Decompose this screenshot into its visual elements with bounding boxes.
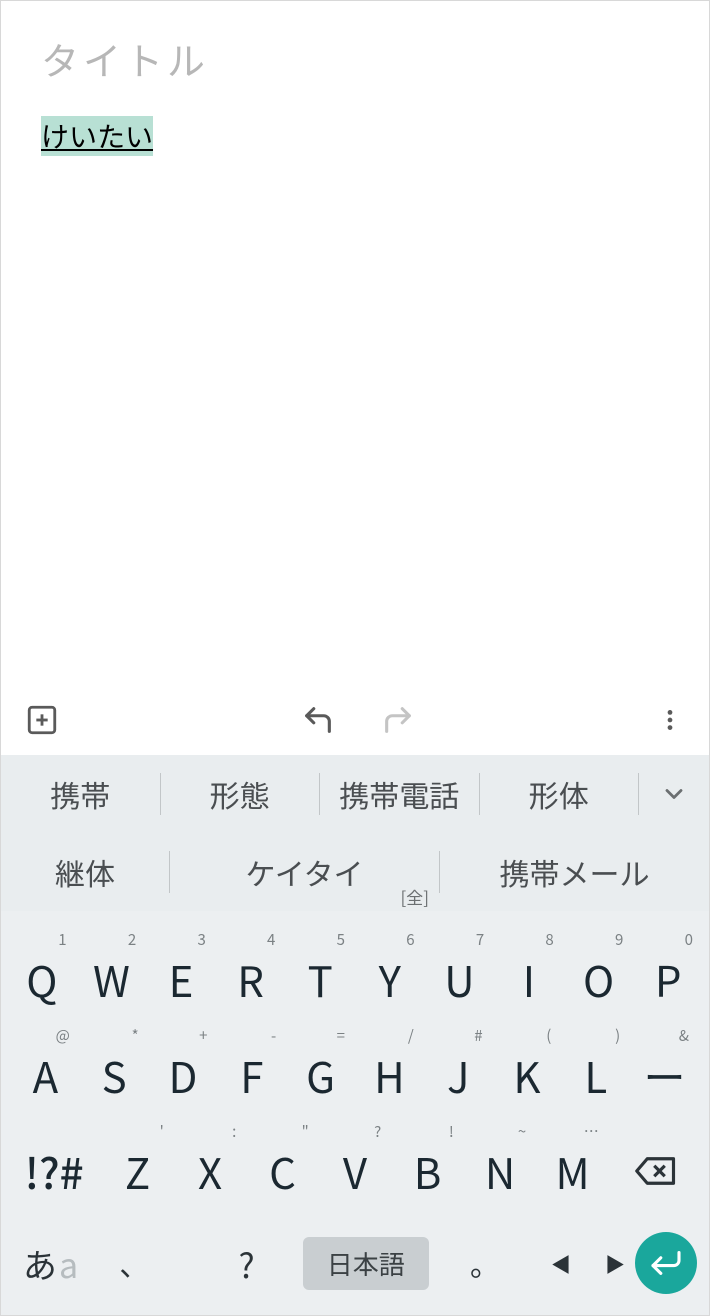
key-h[interactable]: H/ — [355, 1027, 424, 1123]
key-y[interactable]: Y6 — [355, 931, 425, 1027]
key-r[interactable]: R4 — [216, 931, 286, 1027]
key-g[interactable]: G= — [286, 1027, 355, 1123]
keyboard-bottom-row: あa 、 ? 日本語 。 ◀ ▶ — [1, 1219, 709, 1307]
note-body[interactable]: けいたい — [41, 116, 669, 156]
key-period[interactable]: 。 — [429, 1241, 541, 1285]
backspace-icon — [635, 1154, 677, 1188]
key-c[interactable]: C" — [246, 1123, 319, 1219]
key-s[interactable]: S* — [80, 1027, 149, 1123]
key-f[interactable]: F- — [217, 1027, 286, 1123]
key-symbols[interactable]: !?# — [7, 1123, 101, 1219]
language-key[interactable]: 日本語 — [303, 1237, 429, 1290]
key-j[interactable]: J# — [424, 1027, 493, 1123]
enter-key[interactable] — [635, 1232, 697, 1294]
ime-suggestion-bar: 携帯 形態 携帯電話 形体 継体 ケイタイ [全] 携帯メール — [1, 755, 709, 911]
title-field[interactable]: タイトル — [41, 31, 669, 86]
arrow-left-key[interactable]: ◀ — [551, 1249, 571, 1278]
key-l[interactable]: L) — [561, 1027, 630, 1123]
suggestion-sub: [全] — [401, 884, 430, 909]
suggestion-item[interactable]: ケイタイ [全] — [170, 833, 439, 911]
key-n[interactable]: N~ — [464, 1123, 537, 1219]
key-m[interactable]: M… — [536, 1123, 609, 1219]
key-comma[interactable]: 、 — [78, 1241, 190, 1285]
note-editor: タイトル けいたい — [1, 1, 709, 685]
more-icon[interactable] — [657, 703, 685, 737]
keyboard-row: !?# Z' X: C" V? B! N~ M… — [1, 1123, 709, 1219]
key-o[interactable]: O9 — [564, 931, 634, 1027]
key-d[interactable]: D+ — [149, 1027, 218, 1123]
add-icon[interactable] — [25, 703, 59, 737]
chevron-down-icon — [660, 780, 688, 808]
expand-suggestions-button[interactable] — [639, 755, 709, 833]
key-b[interactable]: B! — [391, 1123, 464, 1219]
keyboard-row: Q1 W2 E3 R4 T5 Y6 U7 I8 O9 P0 — [1, 931, 709, 1027]
suggestion-item[interactable]: 携帯メール — [440, 833, 709, 911]
key-a[interactable]: A@ — [11, 1027, 80, 1123]
key-p[interactable]: P0 — [633, 931, 703, 1027]
key-v[interactable]: V? — [319, 1123, 392, 1219]
arrow-right-key[interactable]: ▶ — [605, 1249, 625, 1278]
key-e[interactable]: E3 — [146, 931, 216, 1027]
enter-icon — [650, 1250, 682, 1276]
suggestion-item[interactable]: 携帯 — [1, 755, 160, 833]
key-q[interactable]: Q1 — [7, 931, 77, 1027]
key-t[interactable]: T5 — [285, 931, 355, 1027]
key-x[interactable]: X: — [174, 1123, 247, 1219]
composing-text[interactable]: けいたい — [41, 116, 153, 156]
key-backspace[interactable] — [609, 1123, 703, 1219]
suggestion-item[interactable]: 携帯電話 — [320, 755, 479, 833]
soft-keyboard: Q1 W2 E3 R4 T5 Y6 U7 I8 O9 P0 A@ S* D+ F… — [1, 911, 709, 1315]
key-z[interactable]: Z' — [101, 1123, 174, 1219]
key-question[interactable]: ? — [190, 1239, 302, 1288]
key-u[interactable]: U7 — [425, 931, 495, 1027]
undo-icon[interactable] — [301, 703, 335, 737]
suggestion-item[interactable]: 形態 — [161, 755, 320, 833]
input-mode-toggle[interactable]: あa — [23, 1239, 78, 1288]
key-k[interactable]: K( — [493, 1027, 562, 1123]
key-dash[interactable]: ー& — [630, 1027, 699, 1123]
suggestion-item[interactable]: 形体 — [480, 755, 639, 833]
key-w[interactable]: W2 — [77, 931, 147, 1027]
note-toolbar — [1, 685, 709, 755]
redo-icon — [381, 703, 415, 737]
suggestion-item[interactable]: 継体 — [1, 833, 169, 911]
keyboard-row: A@ S* D+ F- G= H/ J# K( L) ー& — [1, 1027, 709, 1123]
key-i[interactable]: I8 — [494, 931, 564, 1027]
